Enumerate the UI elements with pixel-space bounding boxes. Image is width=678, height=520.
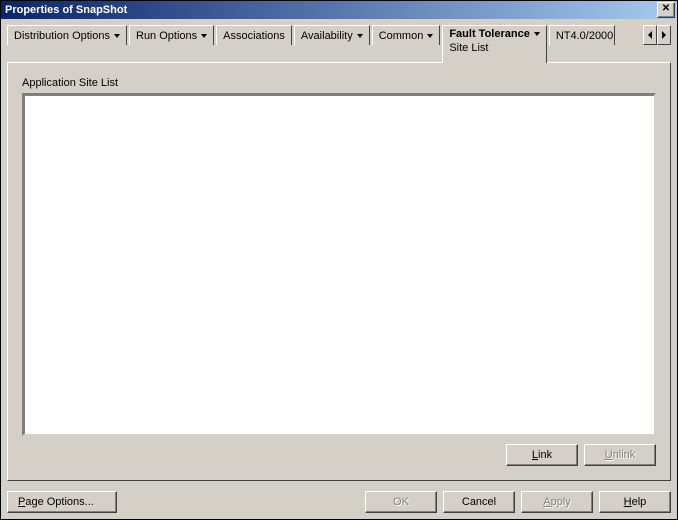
ok-label: OK — [393, 496, 409, 508]
section-label: Application Site List — [22, 77, 656, 89]
chevron-down-icon — [534, 32, 540, 36]
page-options-button[interactable]: Page Options... — [7, 491, 117, 513]
dialog-body: Distribution Options Run Options Associa… — [1, 19, 677, 487]
apply-button[interactable]: Apply — [521, 491, 593, 513]
cancel-label: Cancel — [462, 496, 496, 508]
tab-label: Availability — [301, 30, 353, 42]
unlink-button[interactable]: Unlink — [584, 444, 656, 466]
list-actions: Link Unlink — [22, 444, 656, 466]
tab-run-options[interactable]: Run Options — [129, 25, 214, 45]
tabstrip: Distribution Options Run Options Associa… — [7, 25, 671, 63]
tab-label: Common — [379, 30, 424, 42]
dialog-footer: Page Options... OK Cancel Apply Help — [1, 487, 677, 519]
tab-content: Application Site List Link Unlink — [7, 62, 671, 481]
chevron-down-icon — [357, 34, 363, 38]
tab-scroll-controls — [643, 25, 671, 45]
link-button[interactable]: Link — [506, 444, 578, 466]
close-icon: ✕ — [662, 3, 670, 14]
window-title: Properties of SnapShot — [5, 4, 657, 16]
tab-associations[interactable]: Associations — [216, 25, 292, 45]
tab-label: Run Options — [136, 30, 197, 42]
tab-fault-tolerance[interactable]: Fault Tolerance Site List — [442, 25, 546, 63]
tab-label: Associations — [223, 30, 285, 42]
chevron-down-icon — [201, 34, 207, 38]
tab-common[interactable]: Common — [372, 25, 441, 45]
arrow-left-icon — [648, 31, 652, 39]
tab-availability[interactable]: Availability — [294, 25, 370, 45]
ok-button[interactable]: OK — [365, 491, 437, 513]
tab-scroll-right-button[interactable] — [657, 25, 671, 45]
properties-dialog: Properties of SnapShot ✕ Distribution Op… — [0, 0, 678, 520]
close-button[interactable]: ✕ — [657, 2, 675, 18]
tab-sublabel: Site List — [449, 42, 488, 54]
tab-distribution-options[interactable]: Distribution Options — [7, 25, 127, 45]
chevron-down-icon — [427, 34, 433, 38]
arrow-right-icon — [662, 31, 666, 39]
tab-label: NT4.0/2000 — [556, 30, 613, 42]
tab-nt4-2000[interactable]: NT4.0/2000 — [549, 25, 615, 45]
help-button[interactable]: Help — [599, 491, 671, 513]
chevron-down-icon — [114, 34, 120, 38]
tab-label: Distribution Options — [14, 30, 110, 42]
tab-scroll-left-button[interactable] — [643, 25, 657, 45]
tab-label: Fault Tolerance — [449, 28, 529, 40]
titlebar: Properties of SnapShot ✕ — [1, 1, 677, 19]
cancel-button[interactable]: Cancel — [443, 491, 515, 513]
site-list-box[interactable] — [22, 93, 656, 436]
